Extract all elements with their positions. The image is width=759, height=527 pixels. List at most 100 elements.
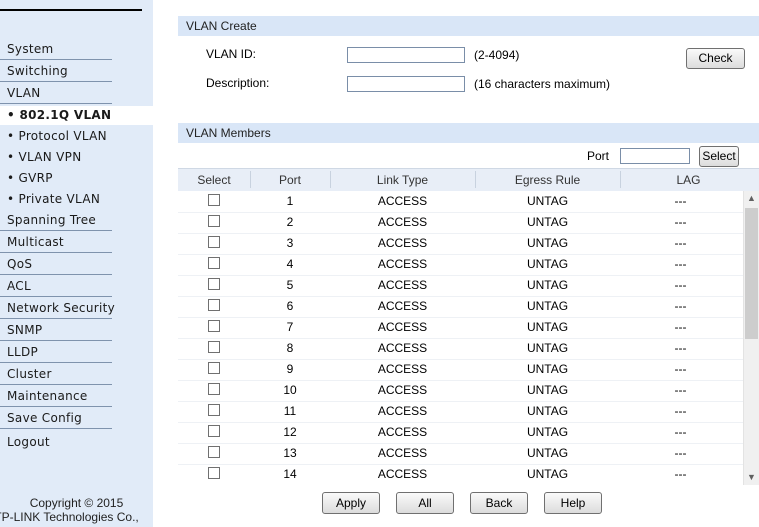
col-select-header: Select xyxy=(197,173,231,187)
table-row: 8 ACCESS UNTAG --- xyxy=(178,338,743,360)
sidebar-item-lldp[interactable]: LLDP xyxy=(0,343,112,363)
members-scrollbar[interactable]: ▲ ▼ xyxy=(743,191,759,485)
link-type-cell: ACCESS xyxy=(377,446,428,460)
port-cell: 8 xyxy=(286,341,294,355)
row-select-checkbox[interactable] xyxy=(208,446,220,458)
col-egress-rule-header: Egress Rule xyxy=(514,173,581,187)
row-select-checkbox[interactable] xyxy=(208,236,220,248)
scroll-up-arrow-icon[interactable]: ▲ xyxy=(747,194,756,203)
sidebar-item-network-security[interactable]: Network Security xyxy=(0,299,115,319)
egress-rule-cell: UNTAG xyxy=(526,362,569,376)
vlan-id-input[interactable] xyxy=(347,47,465,63)
back-button[interactable]: Back xyxy=(470,492,528,514)
col-link-type-header: Link Type xyxy=(376,173,429,187)
description-label: Description: xyxy=(206,76,270,90)
description-hint: (16 characters maximum) xyxy=(474,77,611,91)
port-cell: 10 xyxy=(283,383,297,397)
row-select-checkbox[interactable] xyxy=(208,341,220,353)
sidebar: System Switching VLAN • 802.1Q VLAN • Protoc… xyxy=(0,0,153,527)
row-select-checkbox[interactable] xyxy=(208,299,220,311)
egress-rule-cell: UNTAG xyxy=(526,425,569,439)
sidebar-item-system[interactable]: System xyxy=(0,40,112,60)
select-port-button[interactable]: Select xyxy=(699,146,739,167)
port-filter-input[interactable] xyxy=(620,148,690,164)
col-port-header: Port xyxy=(278,173,301,187)
sidebar-item-save-config[interactable]: Save Config xyxy=(0,409,112,429)
row-select-checkbox[interactable] xyxy=(208,320,220,332)
port-cell: 13 xyxy=(283,446,297,460)
lag-cell: --- xyxy=(674,215,687,229)
sidebar-item-switching[interactable]: Switching xyxy=(0,62,112,82)
col-lag-header: LAG xyxy=(676,173,701,187)
port-cell: 2 xyxy=(286,215,294,229)
lag-cell: --- xyxy=(674,320,687,334)
table-row: 11 ACCESS UNTAG --- xyxy=(178,401,743,423)
apply-button[interactable]: Apply xyxy=(322,492,380,514)
check-button[interactable]: Check xyxy=(686,48,745,69)
copyright: Copyright © 2015 TP-LINK Technologies Co… xyxy=(0,496,153,524)
sidebar-item-qos[interactable]: QoS xyxy=(0,255,112,275)
row-select-checkbox[interactable] xyxy=(208,278,220,290)
egress-rule-cell: UNTAG xyxy=(526,320,569,334)
table-row: 10 ACCESS UNTAG --- xyxy=(178,380,743,402)
link-type-cell: ACCESS xyxy=(377,467,428,481)
link-type-cell: ACCESS xyxy=(377,320,428,334)
sidebar-item-vlan-vpn[interactable]: • VLAN VPN xyxy=(0,148,112,167)
port-cell: 14 xyxy=(283,467,297,481)
sidebar-item-private-vlan[interactable]: • Private VLAN xyxy=(0,190,112,209)
scrollbar-thumb[interactable] xyxy=(745,208,758,339)
table-row: 1 ACCESS UNTAG --- xyxy=(178,191,743,213)
table-row: 14 ACCESS UNTAG --- xyxy=(178,464,743,485)
sidebar-item-spanning-tree[interactable]: Spanning Tree xyxy=(0,211,112,231)
vlan-id-label: VLAN ID: xyxy=(206,47,257,61)
port-cell: 4 xyxy=(286,257,294,271)
egress-rule-cell: UNTAG xyxy=(526,278,569,292)
port-cell: 9 xyxy=(286,362,294,376)
link-type-cell: ACCESS xyxy=(377,383,428,397)
sidebar-item-snmp[interactable]: SNMP xyxy=(0,321,112,341)
table-row: 12 ACCESS UNTAG --- xyxy=(178,422,743,444)
logout-link[interactable]: Logout xyxy=(0,433,112,452)
members-table-header: Select Port Link Type Egress Rule LAG xyxy=(178,168,759,191)
row-select-checkbox[interactable] xyxy=(208,425,220,437)
sidebar-item-maintenance[interactable]: Maintenance xyxy=(0,387,112,407)
egress-rule-cell: UNTAG xyxy=(526,215,569,229)
scroll-down-arrow-icon[interactable]: ▼ xyxy=(747,473,756,482)
link-type-cell: ACCESS xyxy=(377,236,428,250)
sidebar-item-vlan[interactable]: VLAN xyxy=(0,84,112,104)
row-select-checkbox[interactable] xyxy=(208,383,220,395)
row-select-checkbox[interactable] xyxy=(208,362,220,374)
row-select-checkbox[interactable] xyxy=(208,194,220,206)
link-type-cell: ACCESS xyxy=(377,215,428,229)
row-select-checkbox[interactable] xyxy=(208,404,220,416)
egress-rule-cell: UNTAG xyxy=(526,194,569,208)
sidebar-item-gvrp[interactable]: • GVRP xyxy=(0,169,112,188)
sidebar-item-multicast[interactable]: Multicast xyxy=(0,233,112,253)
lag-cell: --- xyxy=(674,362,687,376)
lag-cell: --- xyxy=(674,404,687,418)
sidebar-item-acl[interactable]: ACL xyxy=(0,277,112,297)
port-cell: 7 xyxy=(286,320,294,334)
link-type-cell: ACCESS xyxy=(377,341,428,355)
sidebar-item-cluster[interactable]: Cluster xyxy=(0,365,112,385)
copyright-line-1: Copyright © 2015 xyxy=(29,496,124,510)
port-cell: 12 xyxy=(283,425,297,439)
row-select-checkbox[interactable] xyxy=(208,257,220,269)
egress-rule-cell: UNTAG xyxy=(526,383,569,397)
row-select-checkbox[interactable] xyxy=(208,215,220,227)
lag-cell: --- xyxy=(674,383,687,397)
egress-rule-cell: UNTAG xyxy=(526,341,569,355)
lag-cell: --- xyxy=(674,446,687,460)
row-select-checkbox[interactable] xyxy=(208,467,220,479)
sidebar-item-802-1q-vlan[interactable]: • 802.1Q VLAN xyxy=(0,106,153,125)
sidebar-item-protocol-vlan[interactable]: • Protocol VLAN xyxy=(0,127,112,146)
link-type-cell: ACCESS xyxy=(377,299,428,313)
description-input[interactable] xyxy=(347,76,465,92)
members-table-body: 1 ACCESS UNTAG --- 2 ACCESS UNTAG --- 3 ACCESS UNT… xyxy=(178,191,743,485)
help-button[interactable]: Help xyxy=(544,492,602,514)
all-button[interactable]: All xyxy=(396,492,454,514)
egress-rule-cell: UNTAG xyxy=(526,236,569,250)
table-row: 9 ACCESS UNTAG --- xyxy=(178,359,743,381)
link-type-cell: ACCESS xyxy=(377,278,428,292)
table-row: 2 ACCESS UNTAG --- xyxy=(178,212,743,234)
